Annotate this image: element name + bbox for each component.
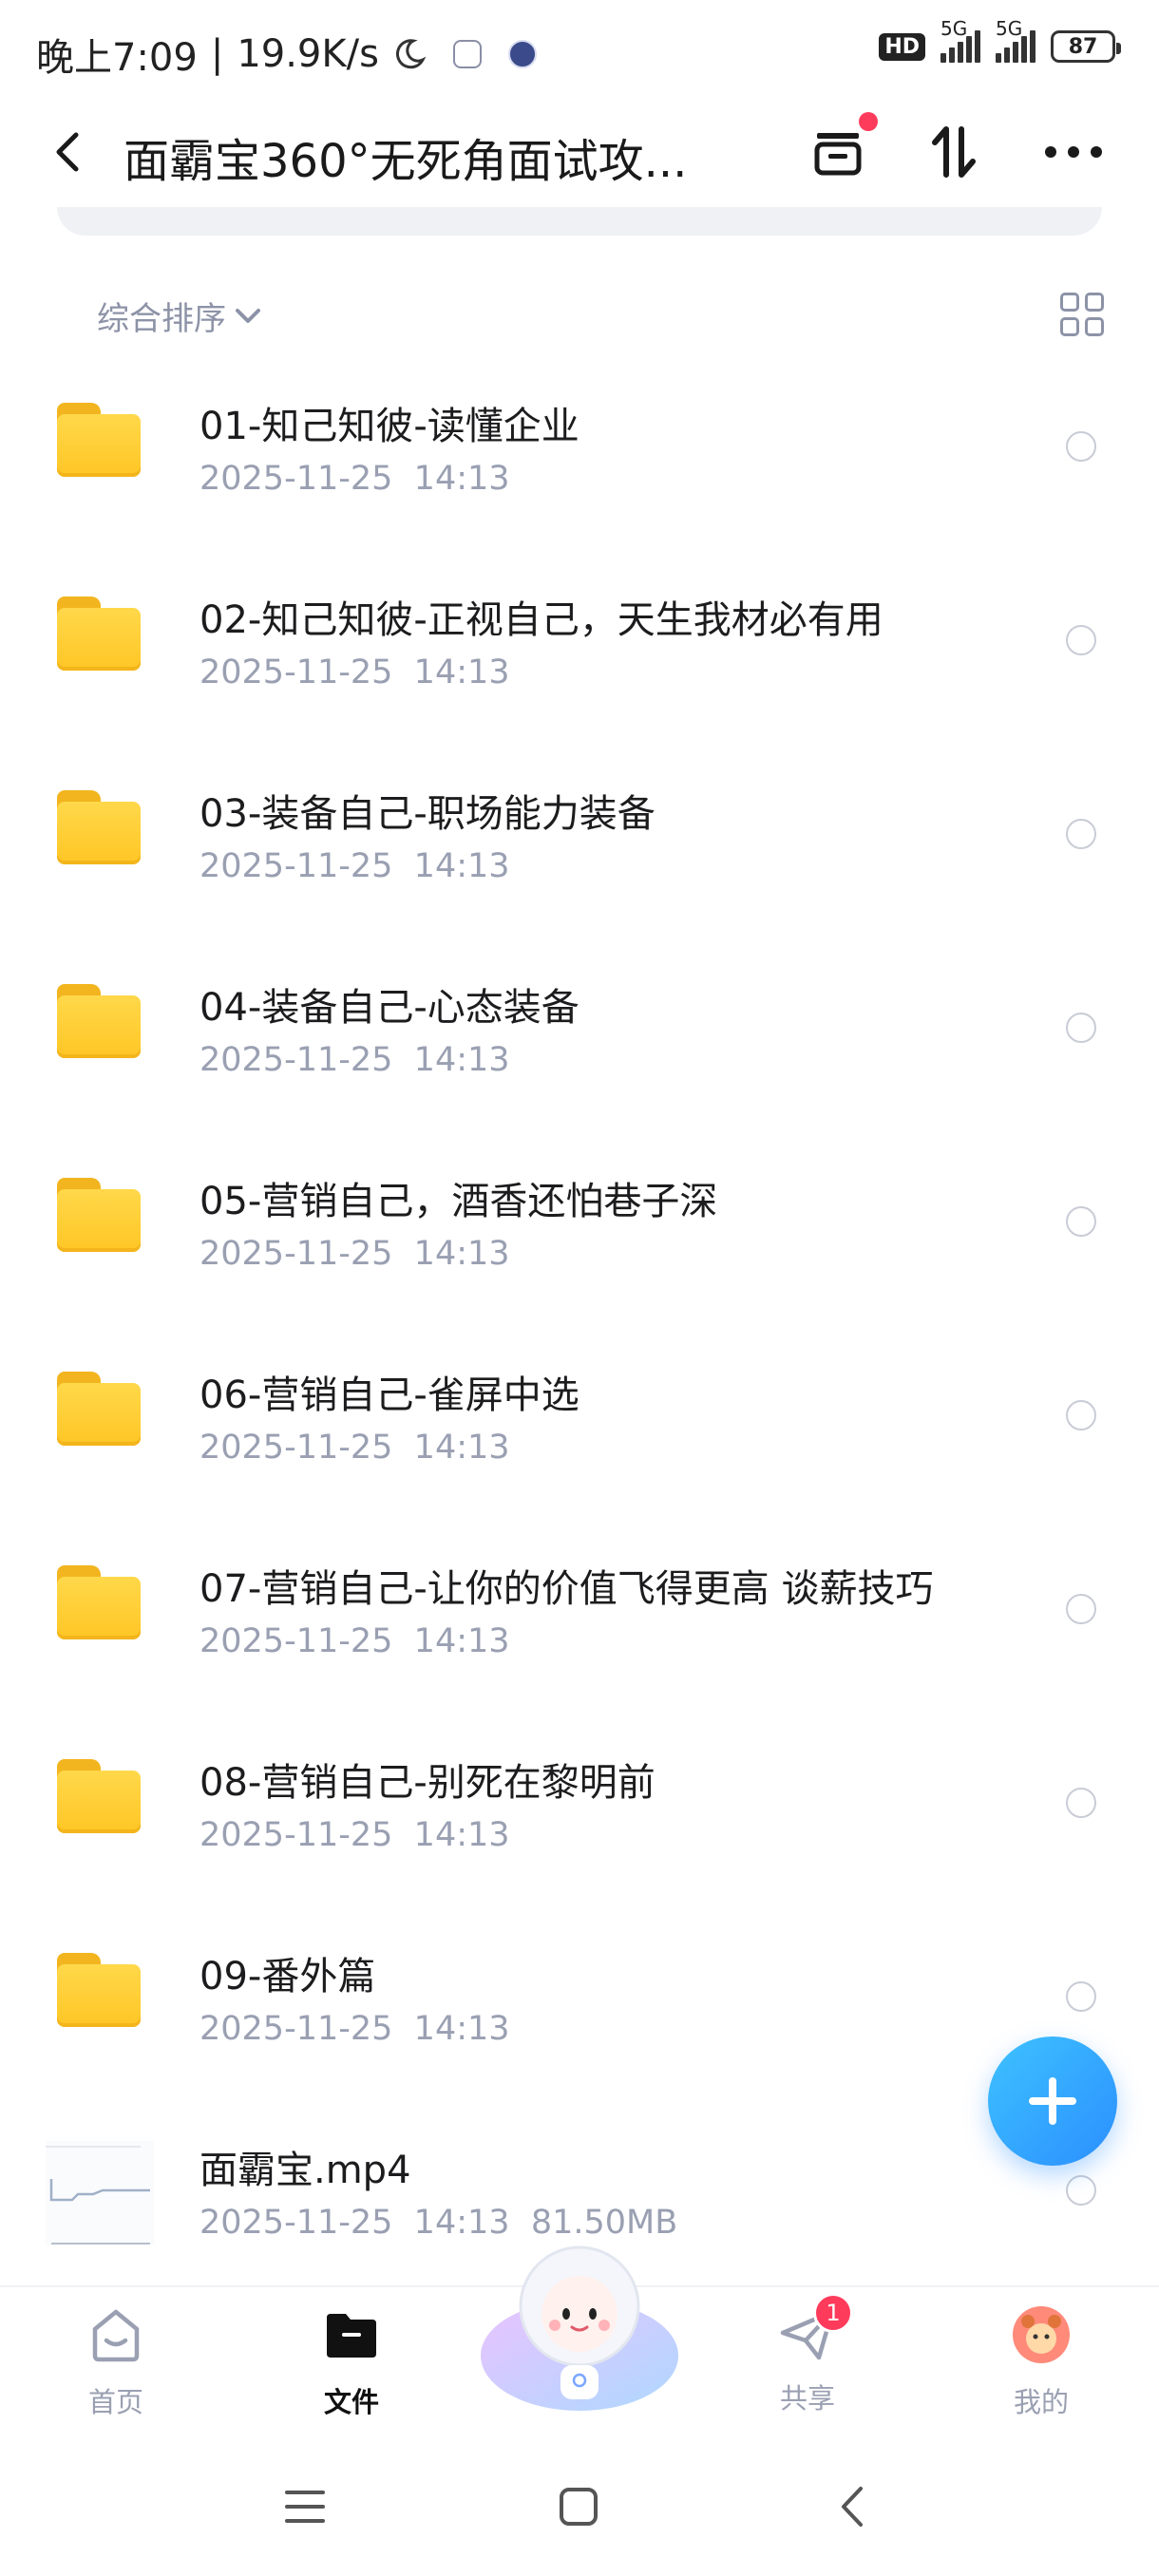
list-item[interactable]: 01-知己知彼-读懂企业 2025-11-25 14:13 (0, 380, 1159, 574)
list-item[interactable]: 02-知己知彼-正视自己，天生我材必有用 2025-11-25 14:13 (0, 574, 1159, 767)
select-checkbox[interactable] (1066, 1594, 1096, 1624)
status-bar: 晚上7:09 | 19.9K/s HD 5G 5G 87 (0, 0, 1159, 104)
nav-mine[interactable]: 我的 (965, 2304, 1117, 2428)
system-nav-bar (0, 2441, 1159, 2576)
more-icon (1045, 146, 1102, 158)
share-badge: 1 (813, 2293, 853, 2333)
folder-icon (57, 1178, 141, 1254)
select-checkbox[interactable] (1066, 1400, 1096, 1430)
file-meta: 2025-11-25 14:13 (200, 1429, 510, 1467)
moon-icon (395, 39, 427, 69)
header: 面霸宝360°无死角面试攻... (0, 104, 1159, 199)
nav-share-label: 共享 (779, 2382, 835, 2415)
battery-level: 87 (1068, 34, 1098, 59)
file-meta: 2025-11-25 14:13 (200, 847, 510, 885)
sort-icon (932, 126, 976, 178)
list-item[interactable]: 07-营销自己-让你的价值飞得更高 谈薪技巧 2025-11-25 14:13 (0, 1543, 1159, 1736)
file-name: 02-知己知彼-正视自己，天生我材必有用 (200, 598, 884, 642)
list-item[interactable]: 06-营销自己-雀屏中选 2025-11-25 14:13 (0, 1349, 1159, 1543)
folder-icon (57, 597, 141, 672)
select-checkbox[interactable] (1066, 1013, 1096, 1043)
notification-dot (859, 112, 878, 131)
battery-icon: 87 (1051, 30, 1121, 63)
file-list: 01-知己知彼-读懂企业 2025-11-25 14:13 02-知己知彼-正视… (0, 380, 1159, 2318)
file-meta: 2025-11-25 14:13 (200, 1622, 510, 1660)
file-meta: 2025-11-25 14:13 (200, 1041, 510, 1079)
home-square-icon[interactable] (557, 2485, 600, 2529)
collapsed-panel-edge (57, 207, 1102, 236)
sort-row: 综合排序 (0, 275, 1159, 351)
hd-icon: HD (879, 32, 925, 61)
list-item[interactable]: 04-装备自己-心态装备 2025-11-25 14:13 (0, 961, 1159, 1155)
list-item[interactable]: 03-装备自己-职场能力装备 2025-11-25 14:13 (0, 767, 1159, 961)
grid-view-icon[interactable] (1060, 293, 1104, 336)
home-icon (92, 2309, 140, 2362)
signal-icon: 5G (940, 17, 980, 63)
file-name: 03-装备自己-职场能力装备 (200, 792, 656, 836)
file-meta: 2025-11-25 14:13 (200, 1816, 510, 1854)
select-checkbox[interactable] (1066, 819, 1096, 849)
nav-home-label: 首页 (87, 2386, 143, 2418)
signal-icon-2: 5G (996, 17, 1036, 63)
app-notification-icon (452, 40, 482, 68)
list-item[interactable]: 09-番外篇 2025-11-25 14:13 (0, 1930, 1159, 2124)
avatar-notification-icon (507, 40, 537, 68)
add-button[interactable] (988, 2036, 1117, 2166)
nav-share[interactable]: 1 共享 (732, 2293, 884, 2428)
folder-icon (327, 2314, 376, 2358)
folder-icon (57, 1372, 141, 1448)
nav-files-label: 文件 (323, 2386, 379, 2418)
sort-label: 综合排序 (97, 300, 226, 338)
archive-icon (814, 133, 862, 176)
select-checkbox[interactable] (1066, 1206, 1096, 1237)
back-triangle-icon[interactable] (832, 2485, 876, 2529)
file-name: 06-营销自己-雀屏中选 (200, 1373, 580, 1417)
folder-icon (57, 1565, 141, 1641)
sort-button[interactable] (920, 118, 988, 186)
back-icon[interactable] (49, 131, 87, 173)
status-right: HD 5G 5G 87 (879, 17, 1121, 63)
menu-icon[interactable] (283, 2485, 327, 2529)
file-name: 08-营销自己-别死在黎明前 (200, 1761, 656, 1805)
select-checkbox[interactable] (1066, 431, 1096, 462)
mascot-icon[interactable] (475, 2232, 684, 2413)
avatar (1013, 2306, 1070, 2363)
folder-icon (57, 403, 141, 479)
file-name: 07-营销自己-让你的价值飞得更高 谈薪技巧 (200, 1567, 934, 1611)
page-title: 面霸宝360°无死角面试攻... (124, 135, 688, 188)
net-speed: 19.9K/s (237, 32, 379, 76)
list-item[interactable]: 05-营销自己，酒香还怕巷子深 2025-11-25 14:13 (0, 1155, 1159, 1349)
select-checkbox[interactable] (1066, 2175, 1096, 2206)
file-meta: 2025-11-25 14:13 (200, 460, 510, 498)
more-button[interactable] (1039, 118, 1108, 186)
file-name: 05-营销自己，酒香还怕巷子深 (200, 1180, 718, 1223)
sort-dropdown[interactable]: 综合排序 (97, 293, 262, 339)
nav-home[interactable]: 首页 (40, 2304, 192, 2428)
file-meta: 2025-11-25 14:13 (200, 1235, 510, 1273)
nav-mine-label: 我的 (1013, 2386, 1069, 2418)
chevron-down-icon (236, 308, 260, 323)
file-name: 面霸宝.mp4 (200, 2149, 411, 2192)
file-name: 04-装备自己-心态装备 (200, 986, 580, 1030)
select-checkbox[interactable] (1066, 1981, 1096, 2012)
file-name: 09-番外篇 (200, 1955, 376, 1998)
folder-icon (57, 790, 141, 866)
file-name: 01-知己知彼-读懂企业 (200, 405, 580, 448)
status-left: 晚上7:09 | 19.9K/s (36, 27, 537, 82)
video-thumbnail-icon (46, 2141, 154, 2245)
archive-button[interactable] (804, 112, 878, 186)
folder-icon (57, 1759, 141, 1835)
file-meta: 2025-11-25 14:13 (200, 2010, 510, 2048)
nav-files[interactable]: 文件 (276, 2304, 428, 2428)
select-checkbox[interactable] (1066, 625, 1096, 655)
folder-icon (57, 984, 141, 1060)
list-item[interactable]: 08-营销自己-别死在黎明前 2025-11-25 14:13 (0, 1736, 1159, 1930)
folder-icon (57, 1953, 141, 2029)
file-meta: 2025-11-25 14:13 (200, 653, 510, 691)
select-checkbox[interactable] (1066, 1788, 1096, 1818)
status-time: 晚上7:09 (36, 36, 198, 80)
